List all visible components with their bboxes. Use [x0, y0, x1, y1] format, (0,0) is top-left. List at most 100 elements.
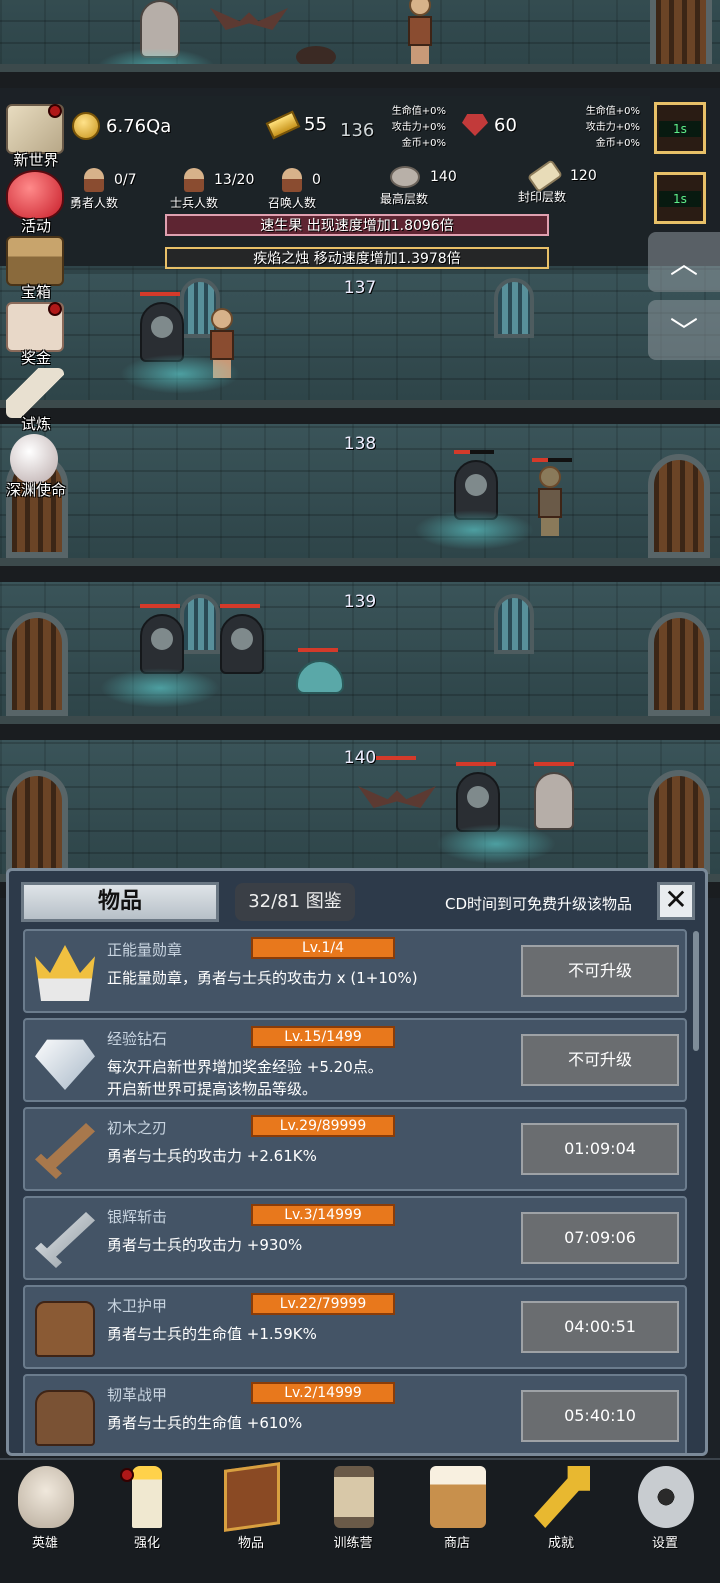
- gold-bar-counter: 55: [265, 110, 327, 139]
- enemy-hp-bar: [534, 762, 574, 766]
- floor-glow: [100, 668, 220, 708]
- floor-glow: [414, 510, 534, 550]
- nav-items[interactable]: 物品: [206, 1462, 296, 1566]
- nav-label: 设置: [651, 1536, 678, 1551]
- ghost-enemy: [534, 772, 574, 830]
- enemy-hp-bar: [376, 756, 416, 760]
- enemy-hp-bar: [532, 458, 572, 462]
- current-floor: 136: [340, 120, 374, 141]
- menu-label: 活动: [20, 217, 51, 235]
- soldier-count-value: 13/20: [214, 172, 255, 188]
- ruby-counter: 60: [462, 114, 517, 136]
- gold-value: 6.76Qa: [106, 115, 172, 137]
- upgrade-timer-button[interactable]: 01:09:04: [521, 1123, 679, 1175]
- menu-chest[interactable]: 宝箱: [0, 236, 76, 301]
- hero-count: 0/7 勇者人数: [70, 168, 137, 211]
- feather-icon: [6, 368, 64, 418]
- list-item: 银辉斩击 Lv.3/14999 勇者与士兵的攻击力 +930% 07:09:06: [23, 1196, 687, 1280]
- nav-settings[interactable]: 设置: [620, 1466, 710, 1566]
- upgrade-timer-button[interactable]: 05:40:10: [521, 1390, 679, 1442]
- window: [494, 594, 534, 654]
- summon-count-value: 0: [312, 172, 321, 188]
- summon-icon: [282, 168, 302, 192]
- menu-bonus[interactable]: 奖金: [0, 302, 76, 367]
- max-floor-stat: 140 最高层数: [380, 166, 457, 207]
- door: [648, 454, 710, 558]
- bonus-left: 生命值+0% 攻击力+0% 金币+0%: [372, 104, 446, 152]
- panel-title[interactable]: 物品: [21, 882, 219, 922]
- door: [650, 0, 712, 70]
- scroll-down-button[interactable]: ﹀: [648, 300, 720, 360]
- item-desc: 勇者与士兵的生命值 +610%: [107, 1414, 303, 1432]
- nav-training-camp[interactable]: 训练营: [308, 1466, 398, 1566]
- upgrade-timer-button[interactable]: 04:00:51: [521, 1301, 679, 1353]
- close-button[interactable]: ✕: [657, 882, 695, 920]
- seal-floor-value: 120: [570, 168, 597, 184]
- nav-heroes[interactable]: 英雄: [0, 1466, 90, 1566]
- upgrade-button[interactable]: 不可升级: [521, 945, 679, 997]
- door: [648, 612, 710, 716]
- menu-new-world[interactable]: 新世界: [0, 104, 76, 169]
- enemy-hp-bar: [456, 762, 496, 766]
- collection-count[interactable]: 32/81 图鉴: [235, 883, 355, 921]
- upgrade-button[interactable]: 不可升级: [521, 1034, 679, 1086]
- menu-label: 试炼: [20, 415, 51, 433]
- chest-icon: [6, 236, 64, 286]
- timer-text: 1s: [659, 121, 701, 137]
- nav-achievements[interactable]: 成就: [516, 1466, 606, 1566]
- soldier-icon: [184, 168, 204, 192]
- current-floor-value: 136: [340, 120, 375, 141]
- wooden-sword-icon: [35, 1123, 95, 1179]
- door: [648, 770, 710, 874]
- candle-timer[interactable]: 1s: [654, 172, 706, 224]
- floor-139: 139: [0, 582, 720, 740]
- item-desc: 正能量勋章，勇者与士兵的攻击力 x (1+10%): [107, 969, 418, 987]
- notification-dot: [48, 302, 62, 316]
- hero-icon: [84, 168, 104, 192]
- scroll-up-button[interactable]: ︿: [648, 232, 720, 292]
- bonus-atk: 攻击力+0%: [585, 122, 640, 133]
- buff-banner-speed-fruit: 速生果 出现速度增加1.8096倍: [165, 214, 549, 236]
- menu-event[interactable]: 活动: [0, 170, 76, 235]
- hero-count-label: 勇者人数: [70, 196, 119, 210]
- game-screen: 137 138 139 140 6.76Qa 55 136 生命值+0% 攻击力…: [0, 0, 720, 1583]
- list-item: 正能量勋章 Lv.1/4 正能量勋章，勇者与士兵的攻击力 x (1+10%) 不…: [23, 929, 687, 1013]
- cauldron-timer[interactable]: 1s: [654, 102, 706, 154]
- nav-label: 英雄: [31, 1536, 58, 1551]
- ghost-enemy: [220, 614, 264, 674]
- notification-dot: [48, 104, 62, 118]
- item-list[interactable]: 正能量勋章 Lv.1/4 正能量勋章，勇者与士兵的攻击力 x (1+10%) 不…: [23, 929, 687, 1453]
- list-scrollbar[interactable]: [693, 931, 699, 1051]
- menu-trial[interactable]: 试炼: [0, 368, 76, 433]
- zombie-enemy: [534, 466, 564, 536]
- item-desc: 勇者与士兵的生命值 +1.59K%: [107, 1325, 317, 1343]
- upgrade-timer-button[interactable]: 07:09:06: [521, 1212, 679, 1264]
- list-item: 韧革战甲 Lv.2/14999 勇者与士兵的生命值 +610% 05:40:10: [23, 1374, 687, 1453]
- lantern-icon: [334, 1466, 374, 1528]
- nav-enhance[interactable]: 强化: [102, 1466, 192, 1566]
- panel-header: 物品 32/81 图鉴 CD时间到可免费升级该物品 ✕: [9, 871, 705, 927]
- nav-label: 训练营: [333, 1536, 373, 1551]
- candle-icon: [132, 1466, 162, 1528]
- nav-label: 强化: [133, 1536, 160, 1551]
- nav-shop[interactable]: 商店: [412, 1466, 502, 1566]
- item-desc: 勇者与士兵的攻击力 +2.61K%: [107, 1147, 317, 1165]
- enemy-hp-bar: [140, 292, 180, 296]
- summon-count: 0 召唤人数: [268, 168, 321, 211]
- bonus-coin: 金币+0%: [595, 138, 640, 149]
- key-icon: [534, 1466, 590, 1528]
- orb-icon: [10, 434, 58, 484]
- door: [6, 770, 68, 874]
- floor-136: [0, 0, 720, 88]
- menu-abyss-mission[interactable]: 深渊使命: [0, 434, 76, 499]
- menu-label: 宝箱: [20, 283, 51, 301]
- item-level: Lv.15/1499: [251, 1026, 395, 1048]
- list-item: 初木之刃 Lv.29/89999 勇者与士兵的攻击力 +2.61K% 01:09…: [23, 1107, 687, 1191]
- items-panel: 物品 32/81 图鉴 CD时间到可免费升级该物品 ✕ 正能量勋章 Lv.1/4…: [6, 868, 708, 1456]
- nav-label: 商店: [443, 1536, 470, 1551]
- silver-sword-icon: [35, 1212, 95, 1268]
- enemy-hp-bar: [298, 648, 338, 652]
- door: [6, 612, 68, 716]
- soldier-count: 13/20 士兵人数: [170, 168, 254, 211]
- ghost-enemy: [456, 772, 500, 832]
